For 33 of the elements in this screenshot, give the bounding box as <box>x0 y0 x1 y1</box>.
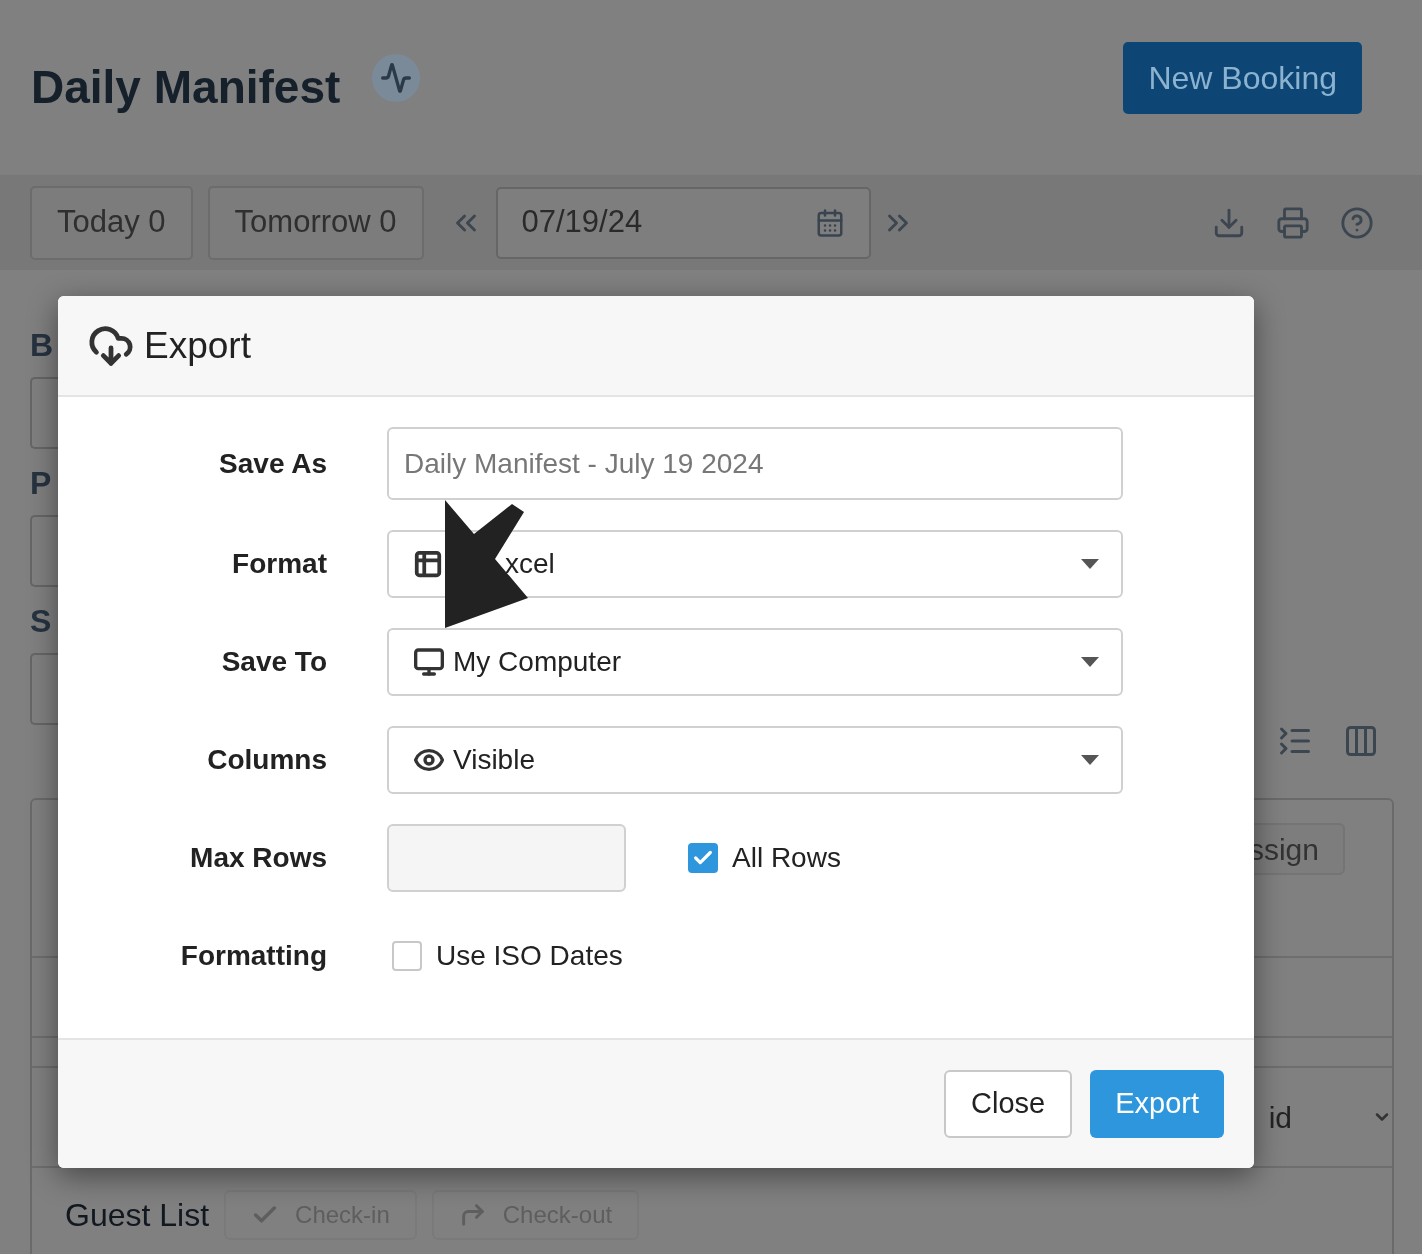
section-title: Guest List <box>65 1196 210 1235</box>
section-label: S <box>30 602 53 641</box>
print-icon[interactable] <box>1276 205 1310 240</box>
caret-icon <box>1081 657 1099 667</box>
field-label: Columns <box>206 743 327 777</box>
checkbox[interactable] <box>688 843 718 873</box>
caret-icon <box>1081 755 1099 765</box>
section-label: P <box>30 464 53 503</box>
close-button[interactable]: Close <box>944 1070 1073 1138</box>
new-booking-button[interactable]: New Booking <box>1123 41 1362 114</box>
dropdown-field[interactable]: My Computer <box>387 628 1123 696</box>
save-as-field[interactable]: Daily Manifest - July 19 2024 <box>387 427 1123 500</box>
dropdown-field[interactable]: Visible <box>387 726 1123 794</box>
columns-icon[interactable] <box>1343 723 1379 759</box>
help-icon[interactable] <box>1340 205 1374 240</box>
table-icon <box>413 549 443 579</box>
calendar-icon <box>814 207 845 238</box>
dialog-title: Export <box>144 323 251 368</box>
section-label: B <box>30 326 55 365</box>
checkbox[interactable] <box>392 941 422 971</box>
caret-icon <box>1081 559 1099 569</box>
checkbox-label[interactable]: All Rows <box>732 837 841 879</box>
field-label: Save To <box>220 645 327 679</box>
dropdown-field[interactable]: xcel <box>387 530 1123 598</box>
page-title: Daily Manifest <box>31 60 341 115</box>
field-label: Format <box>231 547 327 581</box>
field-label: Formatting <box>179 939 327 973</box>
field-label: Save As <box>218 446 327 481</box>
checkbox-label[interactable]: Use ISO Dates <box>436 935 623 977</box>
max-rows-field[interactable] <box>387 824 626 892</box>
monitor-icon <box>413 646 445 678</box>
field-label: Max Rows <box>189 841 327 875</box>
date-field[interactable]: 07/19/24 <box>495 186 871 259</box>
